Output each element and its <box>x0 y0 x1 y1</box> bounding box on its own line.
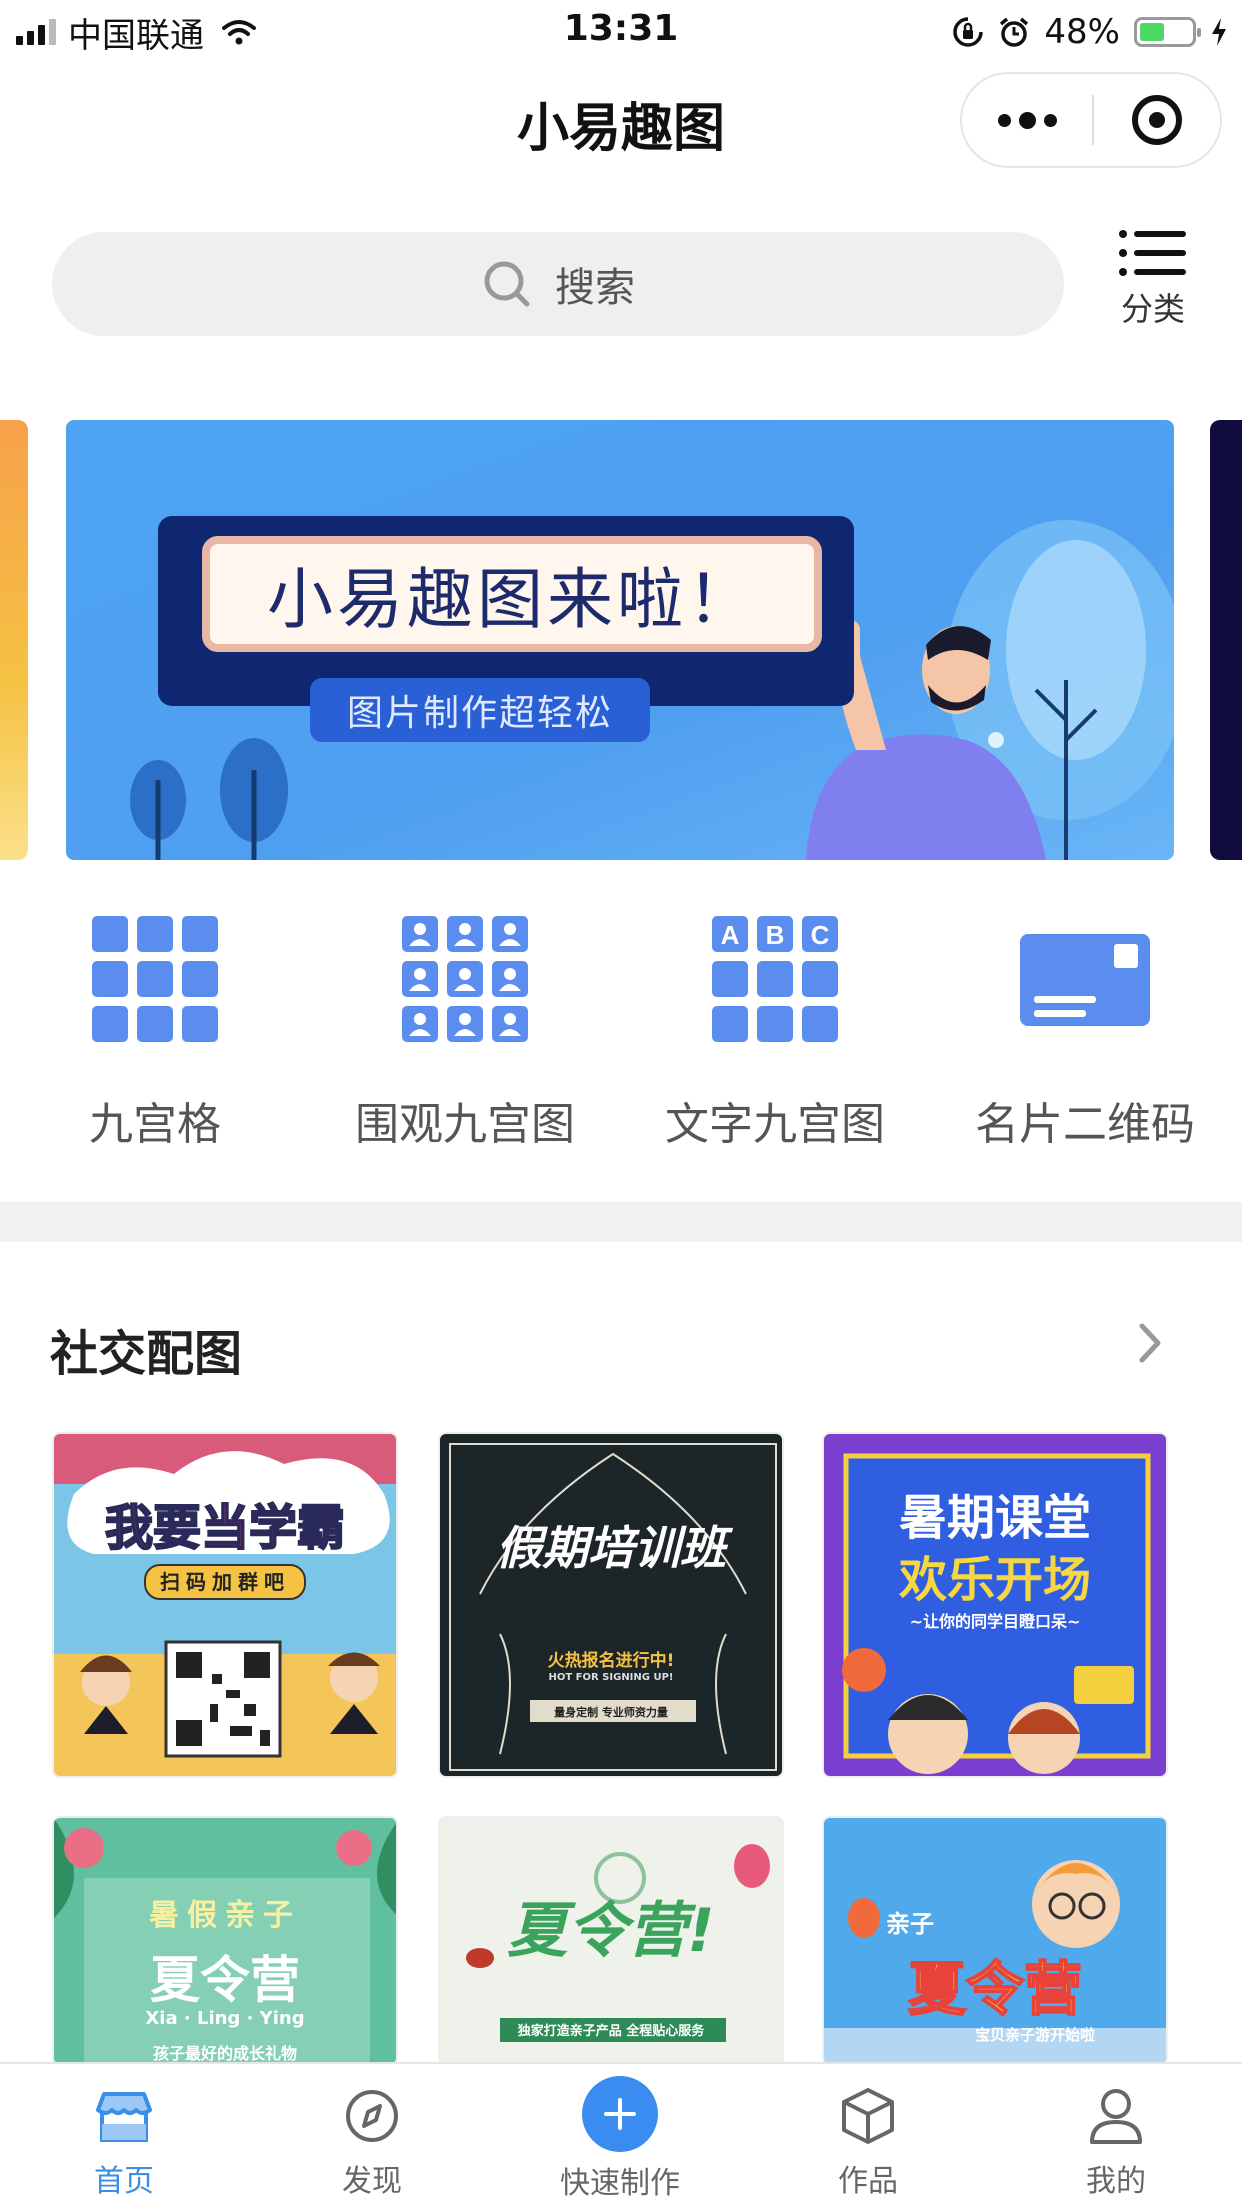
tab-bar: 首页 发现 快速制作 作品 我的 <box>0 2062 1242 2208</box>
banner-title: 小易趣图来啦！ <box>267 561 757 638</box>
box-icon <box>842 2088 894 2144</box>
tab-label: 快速制作 <box>560 2166 680 2201</box>
tab-discover[interactable]: 发现 <box>248 2064 496 2208</box>
tool-card-qrcode[interactable]: 名片二维码 <box>930 900 1240 1152</box>
card-subtitle-wrap: 扫码加群吧 <box>54 1564 396 1600</box>
card-tag: 量身定制 专业师资力量 <box>554 1706 668 1719</box>
section-divider <box>0 1202 1242 1242</box>
category-label: 分类 <box>1120 290 1185 328</box>
tool-label: 文字九宫图 <box>665 1099 885 1150</box>
chevron-right-icon[interactable] <box>1130 1318 1170 1368</box>
tool-people-grid[interactable]: 围观九宫图 <box>310 900 620 1152</box>
tool-label: 九宫格 <box>89 1099 221 1150</box>
grid-icon <box>92 916 218 1042</box>
card-title: 暑期课堂 <box>898 1490 1091 1546</box>
rotation-lock-icon <box>953 17 984 47</box>
banner-slide[interactable]: 小易趣图来啦！ 图片制作超轻松 <box>66 420 1174 860</box>
tab-label: 我的 <box>1086 2164 1146 2199</box>
card-title: 亲子 <box>886 1910 934 1938</box>
charging-icon <box>1212 18 1226 46</box>
list-icon <box>1119 230 1186 276</box>
card-subtitle: 独家打造亲子产品 全程贴心服务 <box>517 2024 705 2039</box>
template-card[interactable]: 夏令营! 独家打造亲子产品 全程贴心服务 <box>438 1816 784 2066</box>
more-dot-icon <box>997 113 1011 127</box>
template-card[interactable]: 亲子 夏令营 宝贝亲子游开始啦 <box>822 1816 1168 2066</box>
card-title: 假期培训班 <box>496 1521 726 1575</box>
card-subtitle: ~让你的同学目瞪口呆~ <box>909 1612 1081 1631</box>
tool-label: 名片二维码 <box>975 1099 1195 1150</box>
target-icon <box>1132 95 1182 145</box>
card-illustration <box>449 1443 777 1771</box>
alarm-icon <box>1000 17 1029 47</box>
section-title: 社交配图 <box>50 1326 243 1382</box>
svg-text:C: C <box>811 920 830 950</box>
more-dot-icon <box>1018 111 1036 129</box>
banner-title-box: 小易趣图来啦！ <box>202 536 822 652</box>
tool-nine-grid[interactable]: 九宫格 <box>0 900 310 1152</box>
search-input[interactable]: 搜索 <box>52 232 1064 336</box>
tab-works[interactable]: 作品 <box>744 2064 992 2208</box>
battery-icon <box>1134 17 1201 47</box>
card-illustration <box>54 1434 396 1758</box>
card-title: 我要当学霸 <box>104 1499 346 1557</box>
search-icon <box>484 261 530 307</box>
template-card[interactable]: 暑期课堂 欢乐开场 ~让你的同学目瞪口呆~ <box>822 1432 1168 1778</box>
banner-subtitle-box: 图片制作超轻松 <box>310 678 650 742</box>
card-title-line2: 夏令营 <box>150 1951 300 2009</box>
card-title-line2: 欢乐开场 <box>898 1552 1091 1608</box>
tab-label: 首页 <box>94 2164 154 2199</box>
mini-program-capsule <box>960 72 1222 168</box>
template-card[interactable]: 假期培训班 火热报名进行中! HOT FOR SIGNING UP! 量身定制 … <box>438 1432 784 1778</box>
card-caption: HOT FOR SIGNING UP! <box>548 1672 674 1683</box>
tool-label: 围观九宫图 <box>355 1099 575 1150</box>
card-title: 暑假亲子 <box>149 1898 301 1933</box>
category-button[interactable]: 分类 <box>1108 228 1198 330</box>
quick-tools: 九宫格 围观九宫图 ABC 文字九宫图 名片二维码 <box>0 900 1242 1160</box>
card-caption: 孩子最好的成长礼物 <box>152 2044 297 2063</box>
search-placeholder: 搜索 <box>555 265 635 311</box>
template-card[interactable]: 我要当学霸 扫码加群吧 <box>52 1432 398 1778</box>
tab-label: 作品 <box>838 2164 898 2199</box>
battery-percent: 48% <box>1044 12 1120 52</box>
store-icon <box>96 2092 152 2142</box>
card-subtitle: 宝贝亲子游开始啦 <box>974 2026 1095 2044</box>
tab-mine[interactable]: 我的 <box>992 2064 1240 2208</box>
tab-quick-create[interactable]: 快速制作 <box>496 2064 744 2208</box>
plus-icon <box>582 2076 658 2152</box>
card-title-line2: 夏令营 <box>907 1954 1083 2024</box>
people-grid-icon <box>402 916 528 1042</box>
card-title: 夏令营! <box>507 1896 715 1966</box>
close-mini-program-button[interactable] <box>1094 74 1220 166</box>
more-button[interactable] <box>962 74 1092 166</box>
svg-text:B: B <box>766 920 785 950</box>
more-dot-icon <box>1043 113 1057 127</box>
card-subtitle: 扫码加群吧 <box>144 1564 306 1600</box>
card-subtitle: 火热报名进行中! <box>547 1651 675 1671</box>
compass-icon <box>346 2090 398 2142</box>
tab-home[interactable]: 首页 <box>0 2064 248 2208</box>
card-subtitle: Xia · Ling · Ying <box>145 2008 305 2029</box>
tab-label: 发现 <box>342 2164 402 2199</box>
banner-subtitle: 图片制作超轻松 <box>346 693 613 734</box>
banner-prev-slide[interactable] <box>0 420 28 860</box>
tool-text-grid[interactable]: ABC 文字九宫图 <box>620 900 930 1152</box>
card-qrcode-icon <box>1020 934 1150 1026</box>
status-bar: 中国联通 13:31 48% <box>0 0 1242 64</box>
user-icon <box>1090 2089 1142 2144</box>
template-card[interactable]: 暑假亲子 夏令营 Xia · Ling · Ying 孩子最好的成长礼物 <box>52 1816 398 2066</box>
svg-text:A: A <box>721 920 740 950</box>
text-grid-icon: ABC <box>712 916 838 1042</box>
banner-next-slide[interactable] <box>1210 420 1242 860</box>
